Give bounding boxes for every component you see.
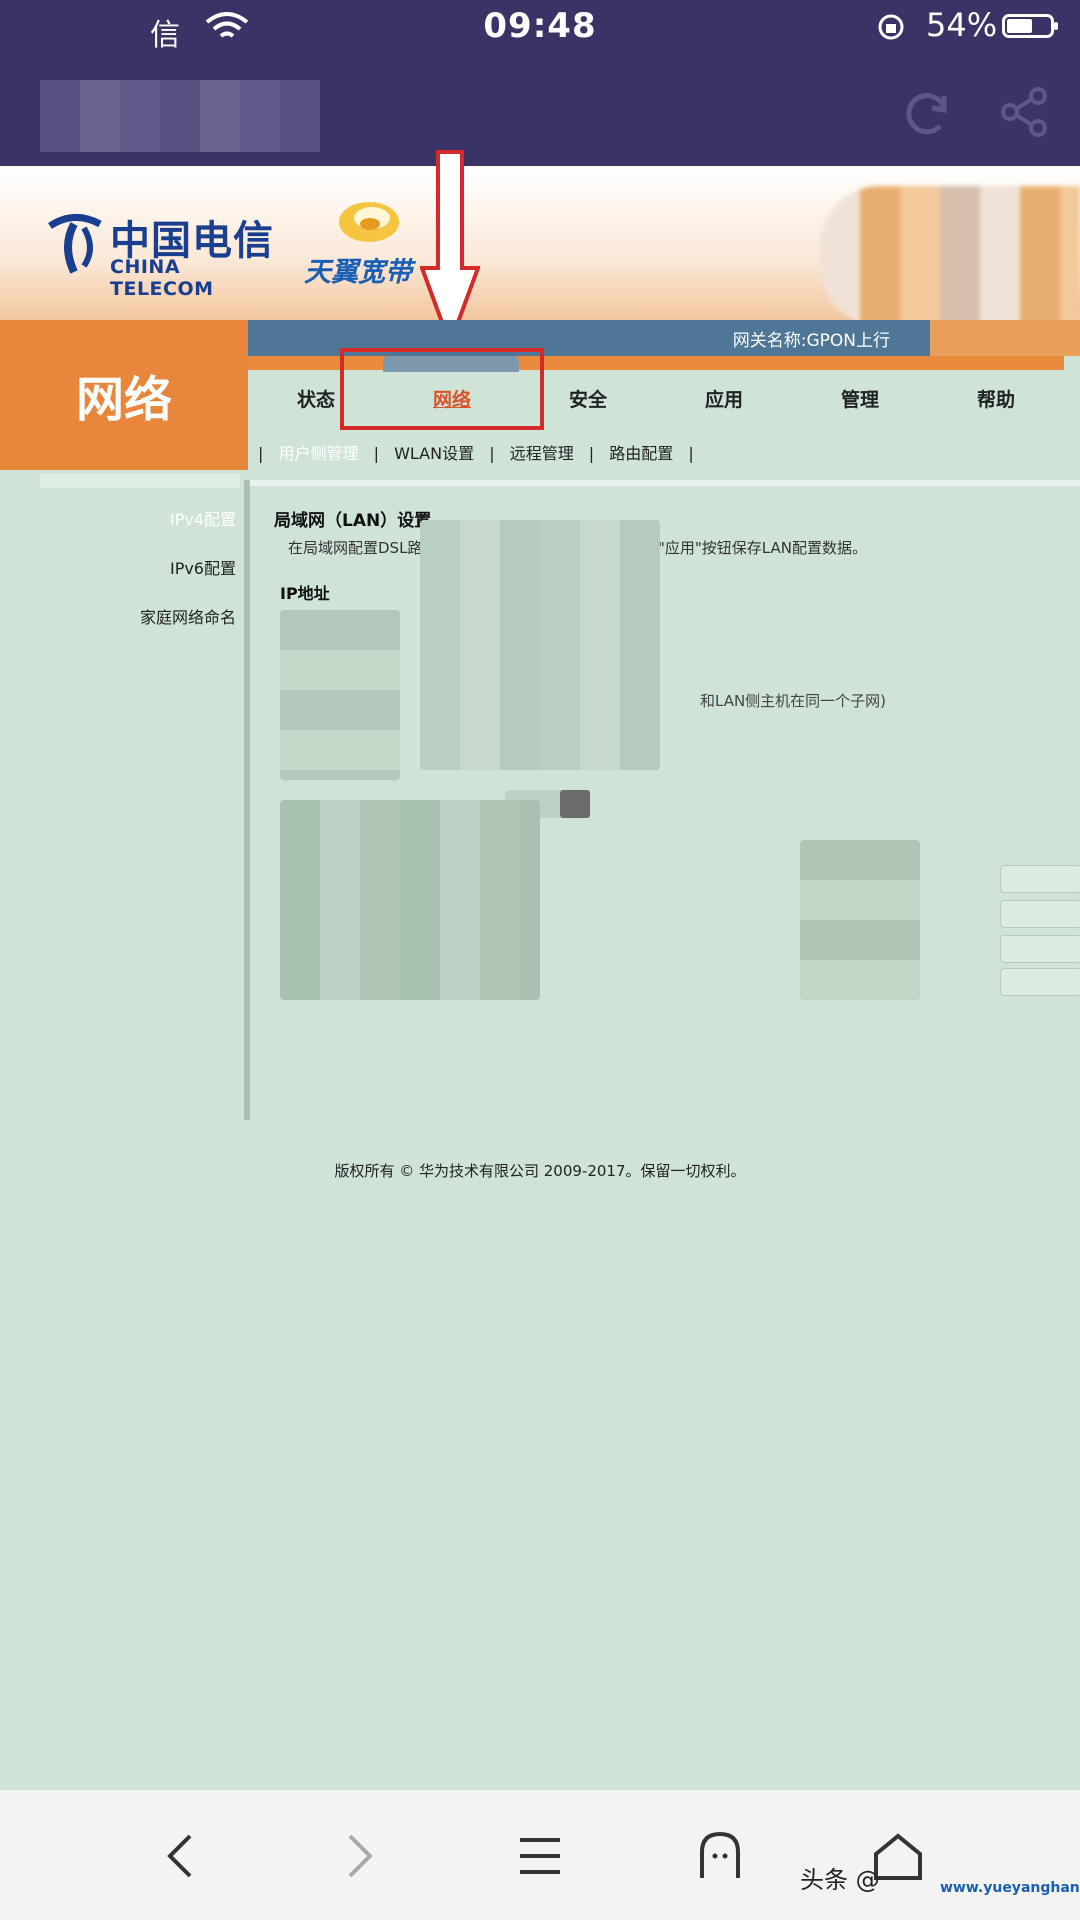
forward-icon[interactable] [326, 1824, 390, 1888]
tab-help[interactable]: 帮助 [928, 376, 1064, 428]
menu-home-network-name[interactable]: 家庭网络命名 [140, 604, 236, 628]
menu-ipv4[interactable]: IPv4配置 [170, 506, 236, 530]
tianyi-swirl-icon [339, 202, 399, 242]
copyright-footer: 版权所有 © 华为技术有限公司 2009-2017。保留一切权利。 [334, 1162, 746, 1180]
back-icon[interactable] [150, 1824, 214, 1888]
content-top-line [250, 480, 1080, 486]
red-arrow-annotation [420, 150, 480, 348]
ip-address-label: IP地址 [280, 584, 330, 603]
pixelated-region [280, 800, 540, 1000]
dropdown-arrow-icon[interactable] [560, 790, 590, 818]
url-bar[interactable] [40, 80, 320, 152]
subnav-remote[interactable]: 远程管理 [510, 444, 574, 463]
subnet-note: 和LAN侧主机在同一个子网) [700, 692, 887, 710]
input-field[interactable] [1000, 865, 1080, 893]
tab-management[interactable]: 管理 [792, 376, 928, 428]
tianyi-text: 天翼宽带 [304, 257, 412, 288]
gateway-name: 网关名称:GPON上行 [732, 331, 890, 351]
battery-icon [1002, 14, 1058, 38]
reload-icon[interactable] [900, 84, 956, 140]
menu-strip [40, 474, 240, 488]
red-highlight-box [340, 348, 544, 430]
pixelated-region [420, 520, 660, 770]
tabs-ghost-icon[interactable] [688, 1824, 752, 1888]
subnav-separator: | [258, 444, 264, 463]
lan-settings-title: 局域网（LAN）设置 [274, 511, 432, 531]
tianyi-broadband-logo: 天翼宽带 [304, 196, 424, 288]
input-field[interactable] [1000, 968, 1080, 996]
pixelated-region [800, 840, 920, 1000]
router-banner: 中国电信 CHINA TELECOM 天翼宽带 [0, 166, 1080, 326]
subnav-separator: | [489, 444, 495, 463]
input-field[interactable] [1000, 900, 1080, 928]
lan-description-end: "应用"按钮保存LAN配置数据。 [658, 539, 867, 557]
subnav-user-side[interactable]: 用户侧管理 [278, 444, 358, 463]
subnav-routing[interactable]: 路由配置 [609, 444, 673, 463]
subnav-separator: | [688, 444, 694, 463]
menu-icon[interactable] [508, 1824, 572, 1888]
content-divider [244, 480, 250, 1120]
rotation-lock-icon [878, 14, 904, 40]
status-time: 09:48 [483, 6, 597, 46]
subnav-separator: | [373, 444, 379, 463]
subnav-wlan[interactable]: WLAN设置 [394, 444, 474, 463]
china-telecom-logo: 中国电信 CHINA TELECOM [44, 202, 274, 300]
browser-top-bar: 信 09:48 54% [0, 0, 1080, 166]
lan-description: 在局域网配置DSL路 [288, 539, 423, 557]
logo-english-text: CHINA TELECOM [110, 256, 214, 300]
watermark-site: www.yueyanghang.com [940, 1880, 1080, 1896]
menu-ipv6[interactable]: IPv6配置 [170, 555, 236, 579]
share-icon[interactable] [996, 84, 1052, 140]
tab-application[interactable]: 应用 [656, 376, 792, 428]
input-field[interactable] [1000, 935, 1080, 963]
section-title: 网络 [0, 320, 248, 470]
browser-bottom-bar [0, 1790, 1080, 1920]
telecom-logo-icon [48, 214, 102, 274]
watermark-text: 头条 @ [800, 1866, 880, 1894]
pixelated-region [280, 610, 400, 780]
subnav-separator: | [588, 444, 595, 463]
sub-navigation: | 用户侧管理 | WLAN设置 | 远程管理 | 路由配置 | [258, 440, 704, 468]
pixelated-region [930, 320, 1080, 356]
battery-percent: 54% [926, 6, 998, 44]
pixelated-region [820, 186, 1080, 326]
